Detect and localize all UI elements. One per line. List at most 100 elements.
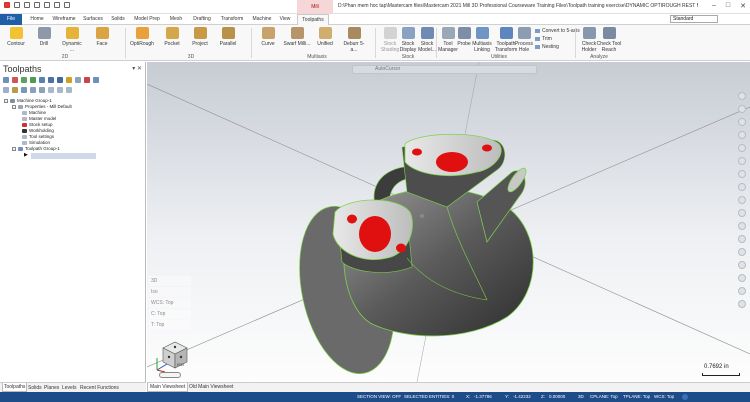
- process-hole-button[interactable]: Process Hole: [512, 27, 536, 53]
- tab-levels-panel[interactable]: Levels: [62, 385, 76, 391]
- view-right-icon[interactable]: [738, 118, 746, 126]
- panel-close-icon[interactable]: ✕: [137, 66, 142, 72]
- tree-insert-arrow[interactable]: ▶: [24, 152, 28, 158]
- tree-machine[interactable]: Machine: [22, 110, 46, 115]
- tree-tool-settings[interactable]: Tool settings: [22, 134, 54, 139]
- view-front-icon[interactable]: [738, 105, 746, 113]
- wireframe-icon[interactable]: [738, 222, 746, 230]
- open-icon[interactable]: [24, 2, 30, 8]
- minimize-icon[interactable]: –: [712, 2, 716, 10]
- curve-button[interactable]: Curve: [256, 27, 280, 47]
- simulate-icon[interactable]: [57, 77, 63, 83]
- tab-old-main-viewsheet[interactable]: Old Main Viewsheet: [187, 383, 235, 392]
- wcs-status[interactable]: WCS: Top: [654, 392, 674, 402]
- tab-main-viewsheet[interactable]: Main Viewsheet: [147, 383, 189, 392]
- levels-icon[interactable]: [738, 274, 746, 282]
- select-failed-icon[interactable]: [12, 77, 18, 83]
- close-icon[interactable]: ✕: [740, 2, 746, 10]
- face-button[interactable]: Face: [90, 27, 114, 47]
- single-toolpath-icon[interactable]: [66, 87, 72, 93]
- redo-icon[interactable]: [64, 2, 70, 8]
- graphics-viewport[interactable]: AutoCursor 3D Iso WCS: Top C: Top T: Top…: [147, 62, 750, 382]
- tab-home[interactable]: Home: [26, 14, 48, 25]
- drill-button[interactable]: Drill: [32, 27, 56, 47]
- high-feed-icon[interactable]: [75, 77, 81, 83]
- delete-icon[interactable]: [84, 77, 90, 83]
- tree-simulation[interactable]: Simulation: [22, 140, 50, 145]
- tab-solids[interactable]: Solids: [108, 14, 128, 25]
- tab-file[interactable]: File: [0, 14, 22, 25]
- tab-model-prep[interactable]: Model Prep: [132, 14, 162, 25]
- save-icon[interactable]: [34, 2, 40, 8]
- insert-arrow-icon[interactable]: [48, 87, 54, 93]
- convert-to-5-axis-button[interactable]: Convert to 5-axis: [535, 28, 580, 34]
- cplane-status[interactable]: CPLANE: Top: [590, 392, 618, 402]
- view-cube[interactable]: [155, 334, 195, 374]
- plane-mode[interactable]: 3D: [149, 276, 191, 286]
- pan-icon[interactable]: [738, 196, 746, 204]
- view-iso-icon[interactable]: [738, 131, 746, 139]
- deburr-button[interactable]: Deburr 5-a...: [340, 27, 368, 53]
- tab-drafting[interactable]: Drafting: [190, 14, 214, 25]
- shading-icon[interactable]: [738, 209, 746, 217]
- dynamic-button[interactable]: Dynamic ...: [60, 27, 84, 53]
- lock-icon[interactable]: [12, 87, 18, 93]
- tab-toolpaths[interactable]: Toolpaths: [297, 14, 329, 25]
- tab-wireframe[interactable]: Wireframe: [50, 14, 78, 25]
- undo-icon[interactable]: [54, 2, 60, 8]
- collapse-icon[interactable]: -: [12, 104, 16, 109]
- regenerate-dirty-icon[interactable]: [30, 77, 36, 83]
- part-model[interactable]: [147, 62, 750, 382]
- tree-master-model[interactable]: Master model: [22, 116, 56, 121]
- plane-gview[interactable]: Iso: [149, 287, 191, 297]
- pin-icon[interactable]: ▾: [132, 66, 135, 72]
- tab-planes-panel[interactable]: Planes: [44, 385, 59, 391]
- select-all-icon[interactable]: [3, 77, 9, 83]
- mode-status[interactable]: 3D: [578, 392, 584, 402]
- toggle-display-icon[interactable]: [3, 87, 9, 93]
- tree-machine-group[interactable]: - Machine Group-1: [4, 98, 52, 103]
- fit-icon[interactable]: [738, 144, 746, 152]
- new-icon[interactable]: [14, 2, 20, 8]
- tree-properties[interactable]: - Properties - Mill Default: [12, 104, 72, 109]
- unified-button[interactable]: Unified: [313, 27, 337, 47]
- translucency-icon[interactable]: [738, 235, 746, 243]
- unzoom-icon[interactable]: [738, 170, 746, 178]
- analysis-icon[interactable]: [738, 300, 746, 308]
- project-button[interactable]: Project: [188, 27, 212, 47]
- post-icon[interactable]: [66, 77, 72, 83]
- tab-recent-functions-panel[interactable]: Recent Functions: [80, 385, 119, 391]
- rotate-icon[interactable]: [738, 183, 746, 191]
- view-top-icon[interactable]: [738, 92, 746, 100]
- status-circle-icon[interactable]: [682, 394, 688, 400]
- post-toggle-icon[interactable]: [21, 87, 27, 93]
- tree-workholding[interactable]: Workholding: [22, 128, 54, 133]
- tab-machine[interactable]: Machine: [250, 14, 274, 25]
- move-down-icon[interactable]: [30, 87, 36, 93]
- tab-transform[interactable]: Transform: [218, 14, 246, 25]
- nesting-button[interactable]: Nesting: [535, 44, 559, 50]
- tab-surfaces[interactable]: Surfaces: [80, 14, 106, 25]
- tab-solids-panel[interactable]: Solids: [28, 385, 42, 391]
- tree-toolpath-group[interactable]: - Toolpath Group-1: [12, 146, 60, 151]
- trim-button[interactable]: Trim: [535, 36, 552, 42]
- collapse-icon[interactable]: -: [12, 146, 16, 151]
- regenerate-icon[interactable]: [21, 77, 27, 83]
- scroll-icon[interactable]: [57, 87, 63, 93]
- backplot-icon[interactable]: [39, 77, 45, 83]
- tab-view[interactable]: View: [276, 14, 294, 25]
- parallel-button[interactable]: Parallel: [216, 27, 240, 47]
- zoom-window-icon[interactable]: [738, 157, 746, 165]
- swarf-milling-button[interactable]: Swarf Milli...: [283, 27, 311, 47]
- settings-icon[interactable]: [738, 287, 746, 295]
- check-tool-reach-button[interactable]: Check Tool Reach: [596, 27, 622, 53]
- standard-dropdown[interactable]: Standard: [670, 15, 718, 23]
- plane-tplane[interactable]: T: Top: [149, 320, 191, 330]
- view-zoom-pill[interactable]: [159, 372, 181, 378]
- print-icon[interactable]: [44, 2, 50, 8]
- pocket-button[interactable]: Pocket: [160, 27, 184, 47]
- plane-wcs[interactable]: WCS: Top: [149, 298, 191, 308]
- tab-mesh[interactable]: Mesh: [166, 14, 186, 25]
- clear-colors-icon[interactable]: [738, 261, 746, 269]
- help-icon[interactable]: [93, 77, 99, 83]
